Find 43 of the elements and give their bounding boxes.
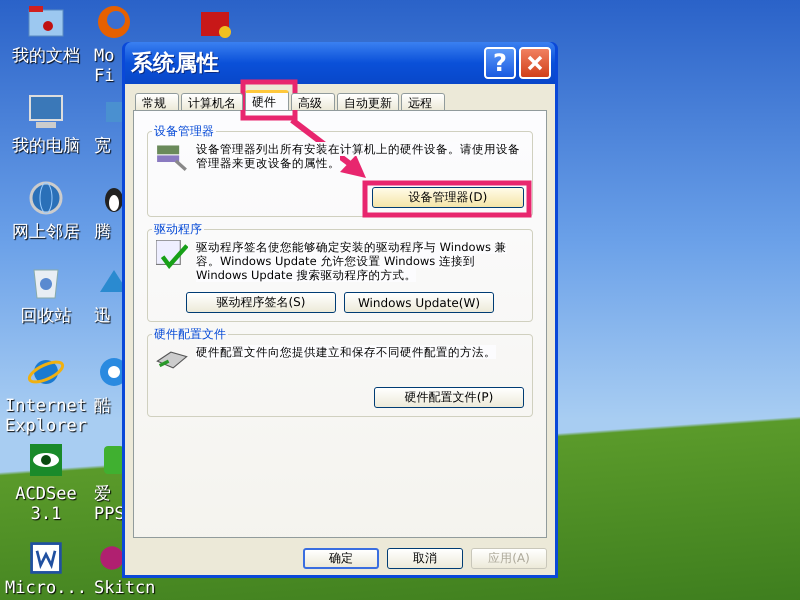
icon-label: 网上邻居	[12, 222, 80, 242]
tab[interactable]: 远程	[401, 93, 445, 110]
checkmark-document-icon	[156, 240, 188, 269]
icon-label: Mo	[94, 46, 114, 66]
highlight-frame	[240, 80, 298, 120]
description-text: 硬件配置文件向您提供建立和保存不同硬件配置的方法。	[196, 345, 496, 359]
group-title: 驱动程序	[153, 221, 203, 238]
close-icon	[525, 53, 545, 73]
window-title: 系统属性	[131, 50, 220, 78]
push-button[interactable]: 驱动程序签名(S)	[186, 292, 336, 313]
icon-label: 我的电脑	[12, 136, 80, 156]
icon-label: Fi	[94, 66, 114, 86]
help-button[interactable]: ?	[484, 47, 516, 79]
group-title: 设备管理器	[153, 123, 215, 140]
word-icon[interactable]	[28, 540, 64, 576]
icon-label: Skitcn	[94, 578, 156, 598]
group-title: 硬件配置文件	[153, 326, 227, 343]
tab[interactable]: 计算机名	[181, 93, 243, 110]
push-button[interactable]: 硬件配置文件(P)	[374, 387, 524, 408]
icon-label: 迅	[94, 306, 111, 326]
icon-label: ACDSee	[15, 484, 77, 504]
icon-label: 3.1	[30, 504, 62, 524]
dialog-button[interactable]: 确定	[303, 548, 379, 569]
printer-icon	[156, 351, 188, 369]
icon-label: Micro...	[5, 578, 87, 598]
description-text: 驱动程序签名使您能够确定安装的驱动程序与 Windows 兼容。Windows Update 允许您设置 Windows 连接到 Windows Update 搜索驱动程序的方式。	[196, 240, 508, 282]
icon-label: 爱	[94, 484, 111, 504]
tab[interactable]: 高级	[291, 93, 335, 110]
icon-label: 酷	[94, 396, 111, 416]
dialog-button[interactable]: 取消	[387, 548, 463, 569]
push-button[interactable]: Windows Update(W)	[344, 292, 494, 313]
icon-label: Internet	[5, 396, 87, 416]
push-button[interactable]: 设备管理器(D)	[372, 187, 524, 208]
tab[interactable]: 常规	[135, 93, 179, 110]
icon-label: 回收站	[20, 306, 72, 326]
tab[interactable]: 自动更新	[337, 93, 399, 110]
icon-label: Explorer	[5, 416, 87, 436]
close-button[interactable]	[519, 47, 551, 79]
icon-label: 宽	[94, 136, 111, 156]
description-text: 设备管理器列出所有安装在计算机上的硬件设备。请使用设备管理器来更改设备的属性。	[196, 142, 521, 170]
icon-label: 我的文档	[12, 46, 80, 66]
tab[interactable]: 硬件	[245, 90, 289, 110]
icon-label: 腾	[94, 222, 111, 242]
